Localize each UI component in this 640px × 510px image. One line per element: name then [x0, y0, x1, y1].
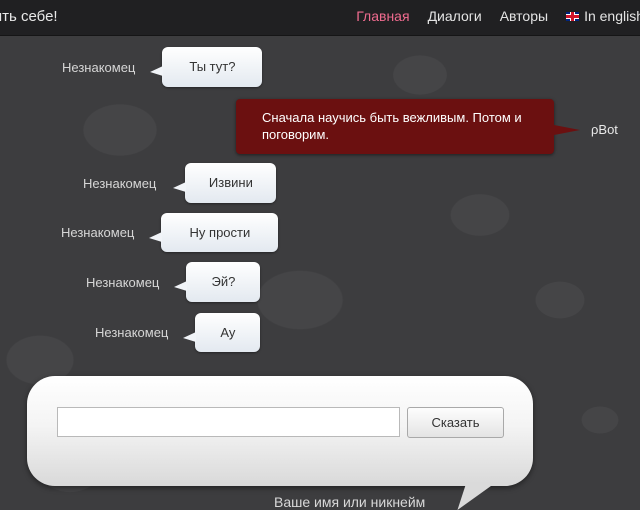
message-text: Ну прости: [189, 225, 251, 240]
message-text: Эй?: [211, 274, 236, 289]
bot-message-bubble: Сначала научись быть вежливым. Потом и п…: [236, 99, 580, 154]
message-author: Незнакомец: [62, 59, 136, 75]
bot-message-text: Сначала научись быть вежливым. Потом и п…: [262, 110, 522, 142]
message-author: Незнакомец: [95, 325, 169, 340]
user-message-bubble: Ну прости: [149, 213, 279, 252]
user-message-bubble: Извини: [173, 163, 277, 203]
chat-message: Незнакомец Ну прости: [61, 213, 279, 252]
chat-message: Незнакомец Эй?: [86, 262, 261, 302]
chat-message: Незнакомец Ты тут?: [62, 47, 263, 87]
nav-home-link[interactable]: Главная: [356, 8, 409, 24]
user-message-bubble: Ты тут?: [150, 47, 263, 87]
nav-authors-link[interactable]: Авторы: [500, 8, 548, 24]
nav-english-link[interactable]: In english: [566, 8, 640, 24]
message-author: Незнакомец: [86, 274, 160, 290]
bot-author: ρBot: [591, 122, 618, 137]
nav-english-label: In english: [584, 8, 640, 24]
panel-speech-tail: [457, 482, 497, 510]
user-message-bubble: Ау: [183, 313, 261, 352]
message-author: Незнакомец: [83, 175, 157, 191]
chat-message: Незнакомец Извини: [83, 163, 277, 203]
message-text: Извини: [208, 175, 253, 190]
user-message-bubble: Эй?: [174, 262, 261, 302]
main-nav: Главная Диалоги Авторы In english: [356, 8, 640, 24]
nickname-label: Ваше имя или никнейм: [274, 494, 426, 510]
uk-flag-icon: [566, 12, 580, 21]
message-input[interactable]: [57, 407, 400, 437]
site-title[interactable]: ять себе!: [0, 8, 58, 25]
top-navigation-bar: ять себе! Главная Диалоги Авторы In engl…: [0, 0, 640, 36]
message-text: Ау: [220, 325, 236, 340]
message-author: Незнакомец: [61, 225, 135, 240]
nav-dialogs-link[interactable]: Диалоги: [428, 8, 482, 24]
message-text: Ты тут?: [189, 59, 236, 74]
say-button[interactable]: Сказать: [407, 407, 504, 438]
chat-message: Незнакомец Ау: [95, 313, 261, 352]
